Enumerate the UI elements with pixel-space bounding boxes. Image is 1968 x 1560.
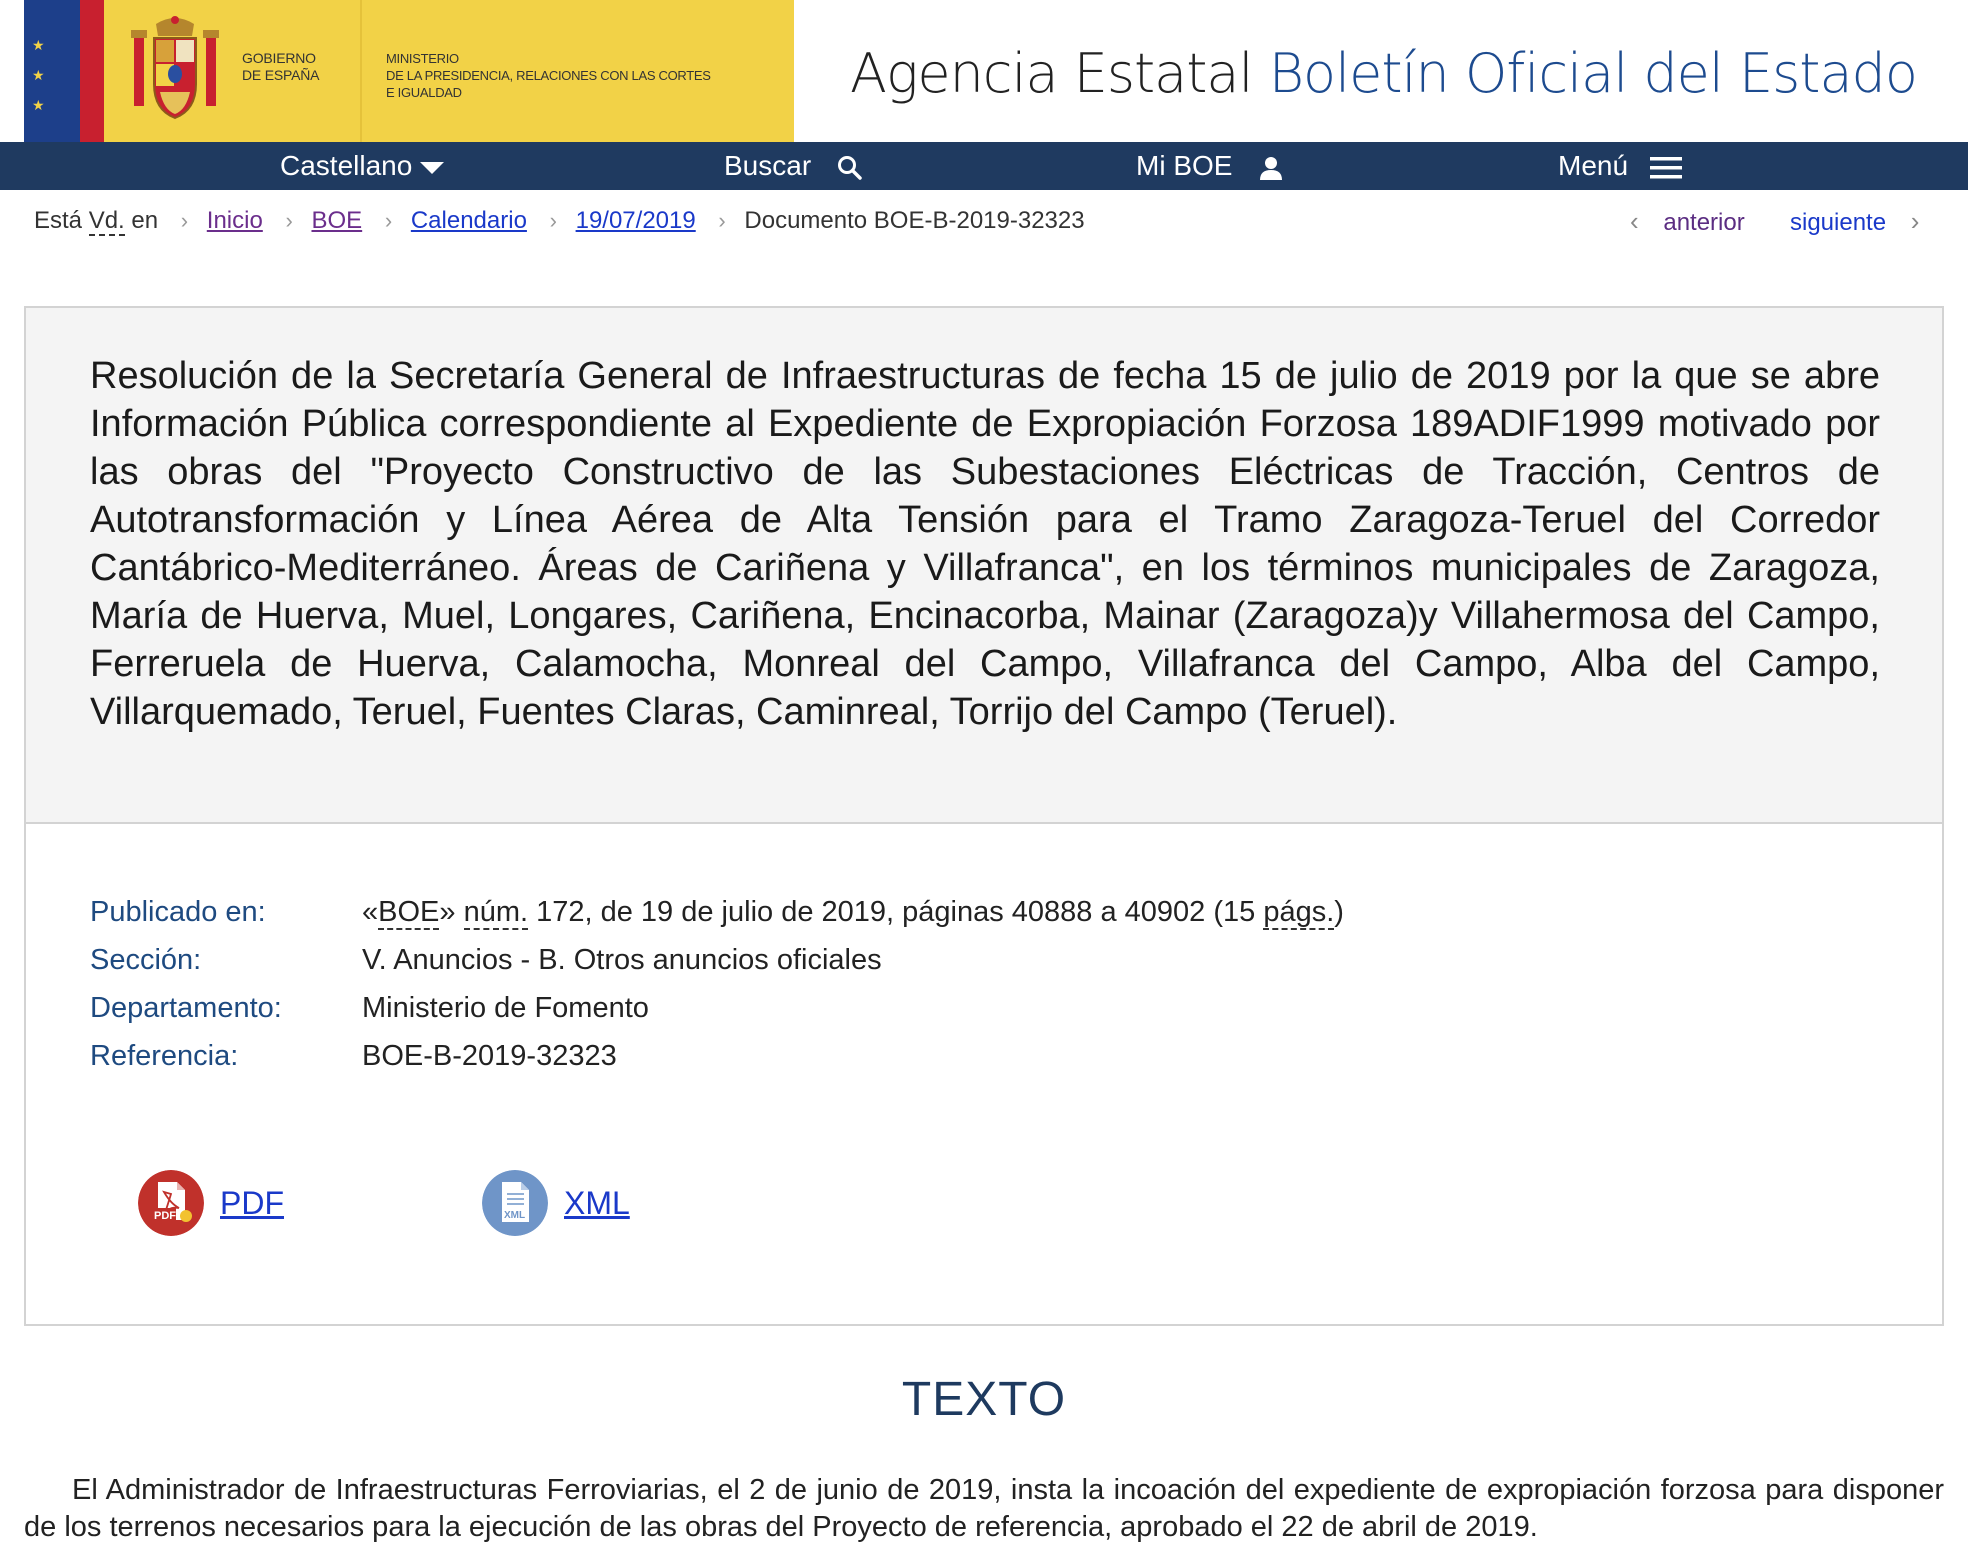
agency-name: Boletín Oficial del Estado	[1268, 42, 1918, 105]
main-navigation: Castellano Buscar Mi BOE Menú	[0, 142, 1968, 190]
coat-of-arms-icon	[131, 16, 219, 120]
meta-department-row: Departamento: Ministerio de Fomento	[90, 984, 1790, 1032]
meta-department-value: Ministerio de Fomento	[362, 992, 649, 1024]
texto-paragraph: El Administrador de Infraestructuras Fer…	[24, 1474, 1944, 1543]
breadcrumb: Está Vd. en › Inicio › BOE › Calendario …	[34, 206, 1085, 236]
xml-badge-text: XML	[504, 1210, 525, 1221]
chevron-right-icon: ›	[1910, 206, 1920, 236]
previous-label[interactable]: anterior	[1663, 209, 1744, 236]
search-icon	[837, 155, 862, 180]
meta-reference-value: BOE-B-2019-32323	[362, 1040, 617, 1072]
language-label: Castellano	[280, 150, 413, 181]
language-selector[interactable]: Castellano	[280, 142, 445, 190]
user-icon	[1260, 156, 1283, 180]
boe-abbreviation: BOE	[378, 896, 440, 930]
eu-stars-icon: ★ ★ ★	[32, 37, 45, 113]
breadcrumb-link-inicio[interactable]: Inicio	[207, 207, 263, 234]
breadcrumb-link-date[interactable]: 19/07/2019	[576, 207, 696, 234]
meta-section-label: Sección:	[90, 944, 202, 976]
document-metadata: Publicado en: «BOE» núm. 172, de 19 de ju…	[90, 888, 1790, 1080]
chevron-down-icon	[420, 161, 445, 174]
search-label: Buscar	[724, 150, 812, 181]
gobierno-de-espana-label: Gobierno de España	[242, 50, 320, 83]
num-abbreviation: núm.	[463, 896, 529, 930]
ministry-label: Ministerio de la Presidencia, Relaciones…	[386, 51, 711, 100]
hamburger-menu-icon	[1649, 156, 1682, 179]
previous-document-link[interactable]: ‹ anterior	[1630, 206, 1745, 236]
spain-flag-strip	[80, 0, 104, 142]
next-document-link[interactable]: siguiente ›	[1790, 206, 1919, 236]
meta-reference-label: Referencia:	[90, 1040, 239, 1072]
document-title: Resolución de la Secretaría General de I…	[90, 355, 1880, 733]
pdf-file-icon: PDF	[138, 1170, 204, 1236]
menu-button[interactable]: Menú	[1558, 142, 1682, 190]
vd-abbreviation: Vd.	[88, 207, 125, 236]
breadcrumb-prefix: Está Vd. en	[34, 207, 159, 236]
chevron-right-icon: ›	[384, 208, 393, 233]
document-card: Resolución de la Secretaría General de I…	[24, 306, 1944, 1326]
chevron-right-icon: ›	[718, 208, 726, 233]
breadcrumb-link-calendario[interactable]: Calendario	[411, 207, 527, 234]
chevron-right-icon: ›	[285, 208, 293, 233]
meta-department-label: Departamento:	[90, 992, 282, 1024]
chevron-left-icon: ‹	[1630, 206, 1639, 236]
pdf-label[interactable]: PDF	[220, 1184, 284, 1222]
meta-section-row: Sección: V. Anuncios - B. Otros anuncios …	[90, 936, 1790, 984]
meta-published-label: Publicado en:	[90, 896, 266, 928]
meta-reference-row: Referencia: BOE-B-2019-32323	[90, 1032, 1790, 1080]
menu-label: Menú	[1558, 150, 1629, 181]
agency-title[interactable]: Agencia Estatal Boletín Oficial del Esta…	[850, 42, 1918, 105]
agency-prefix: Agencia Estatal	[850, 42, 1254, 105]
breadcrumb-current: Documento BOE-B-2019-32323	[744, 207, 1085, 234]
meta-section-value: V. Anuncios - B. Otros anuncios oficiale…	[362, 944, 882, 976]
document-title-panel: Resolución de la Secretaría General de I…	[26, 308, 1942, 824]
my-boe-link[interactable]: Mi BOE	[1136, 142, 1284, 190]
my-boe-label: Mi BOE	[1136, 150, 1233, 181]
xml-file-icon: XML	[482, 1170, 548, 1236]
government-banner[interactable]: ★ ★ ★ Gobierno de España Ministerio de la …	[24, 0, 794, 142]
eu-flag-strip: ★ ★ ★	[24, 0, 80, 142]
chevron-right-icon: ›	[180, 208, 189, 233]
xml-label[interactable]: XML	[564, 1184, 630, 1222]
pags-abbreviation: págs.	[1263, 896, 1335, 930]
site-header: ★ ★ ★ Gobierno de España Ministerio de la …	[0, 0, 1968, 142]
meta-published-value: «BOE» núm. 172, de 19 de julio de 2019, …	[362, 896, 1344, 930]
pdf-badge-text: PDF	[154, 1210, 176, 1222]
meta-published-row: Publicado en: «BOE» núm. 172, de 19 de ju…	[90, 888, 1790, 936]
chevron-right-icon: ›	[549, 208, 557, 233]
banner-divider	[360, 0, 362, 142]
search-link[interactable]: Buscar	[724, 142, 863, 190]
texto-heading: TEXTO	[901, 1373, 1067, 1426]
breadcrumb-link-boe[interactable]: BOE	[311, 207, 362, 234]
next-label[interactable]: siguiente	[1790, 209, 1886, 236]
